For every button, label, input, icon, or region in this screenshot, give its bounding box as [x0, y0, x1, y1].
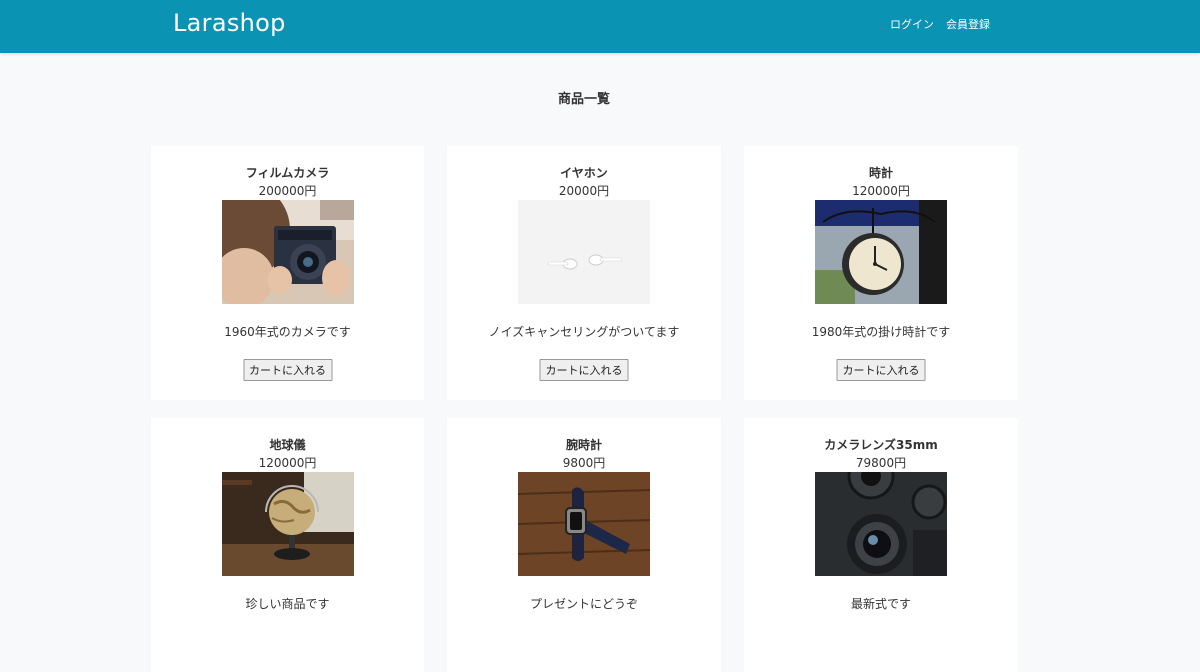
product-price: 120000円: [258, 456, 317, 470]
product-description: プレゼントにどうぞ: [529, 597, 638, 611]
product-description: 最新式です: [850, 597, 911, 611]
wall-clock-photo: [815, 200, 947, 304]
wristwatch-photo: [518, 472, 650, 576]
product-price: 79800円: [855, 456, 907, 470]
product-name: 時計: [868, 166, 893, 180]
product-card: フィルムカメラ 200000円 1960年式のカメラです カートに入れる: [151, 146, 424, 400]
product-card: カメラレンズ35mm 79800円 最新式です: [744, 418, 1018, 672]
product-price: 200000円: [258, 184, 317, 198]
page-title: 商品一覧: [557, 92, 610, 107]
product-name: 地球儀: [269, 438, 306, 452]
film-camera-photo: [221, 200, 354, 304]
product-name: カメラレンズ35mm: [824, 438, 938, 452]
globe-photo: [221, 472, 354, 576]
product-price: 9800円: [562, 456, 606, 470]
product-card: 時計 120000円 1980年式の掛け時計です カートに入れる: [744, 146, 1018, 400]
product-name: イヤホン: [560, 166, 608, 180]
product-price: 120000円: [852, 184, 910, 198]
login-link[interactable]: ログイン: [890, 16, 934, 32]
product-description: 珍しい商品です: [245, 597, 330, 611]
add-to-cart-button[interactable]: カートに入れる: [243, 359, 332, 381]
product-name: 腕時計: [565, 438, 602, 452]
product-card: 地球儀 120000円 珍しい商品です: [151, 418, 424, 672]
product-name: フィルムカメラ: [245, 166, 330, 180]
brand-logo[interactable]: Larashop: [173, 9, 286, 37]
add-to-cart-button[interactable]: カートに入れる: [539, 359, 629, 381]
add-to-cart-button[interactable]: カートに入れる: [836, 359, 926, 381]
product-card: 腕時計 9800円 プレゼントにどうぞ: [447, 418, 721, 672]
nav-links: ログイン 会員登録: [890, 16, 990, 32]
product-description: ノイズキャンセリングがついてます: [488, 325, 680, 339]
earphones-photo: [518, 200, 650, 304]
product-description: 1980年式の掛け時計です: [811, 325, 951, 339]
product-card: イヤホン 20000円 ノイズキャンセリングがついてます カートに入れる: [447, 146, 721, 400]
navbar: Larashop ログイン 会員登録: [0, 0, 1200, 53]
product-description: 1960年式のカメラです: [224, 325, 351, 339]
product-price: 20000円: [558, 184, 610, 198]
register-link[interactable]: 会員登録: [946, 16, 990, 32]
camera-lens-photo: [815, 472, 947, 576]
product-grid: フィルムカメラ 200000円 1960年式のカメラです カートに入れる イヤホ…: [151, 146, 1018, 672]
